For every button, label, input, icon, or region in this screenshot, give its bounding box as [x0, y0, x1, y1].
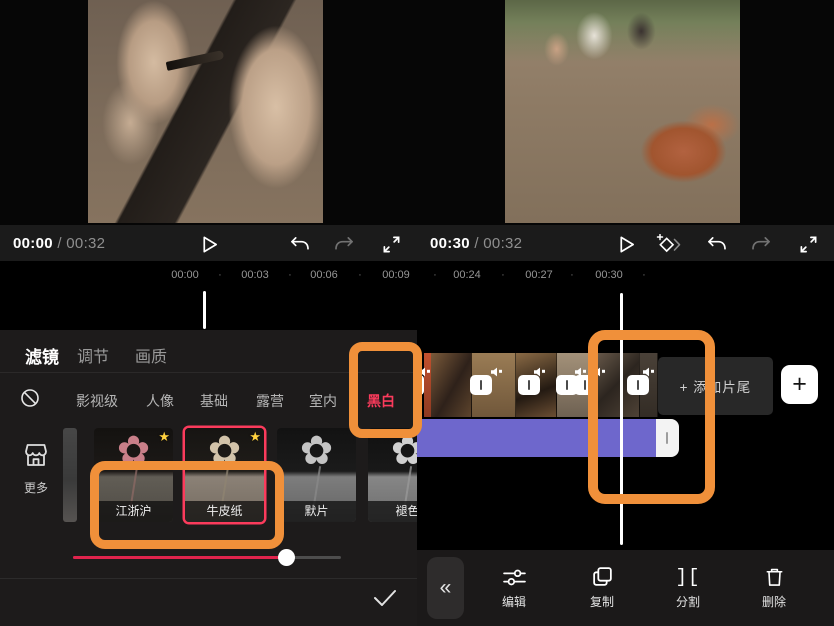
transport-bar: 00:30 / 00:32 — [417, 225, 834, 261]
annotation-box-blackwhite-category — [349, 342, 422, 438]
undo-button[interactable] — [705, 233, 727, 255]
pen-graphic — [166, 50, 225, 71]
ruler-dot: · — [642, 269, 646, 281]
star-icon: ★ — [158, 429, 170, 445]
video-preview-area — [0, 0, 417, 225]
transition-button[interactable] — [470, 375, 492, 395]
time-separator: / — [474, 235, 478, 252]
ruler-tick: 00:30 — [595, 269, 623, 281]
no-filter-icon[interactable] — [20, 388, 40, 413]
playhead[interactable] — [203, 291, 206, 329]
divider — [0, 578, 417, 579]
annotation-box-filter-thumbs — [90, 461, 284, 549]
category-indoor[interactable]: 室内 — [309, 391, 337, 411]
more-label: 更多 — [10, 479, 62, 496]
clip-edge — [424, 353, 431, 417]
category-basic[interactable]: 基础 — [200, 391, 228, 411]
filter-intensity-slider[interactable] — [73, 556, 341, 559]
filter-name: 褪色 — [368, 501, 417, 522]
play-button[interactable] — [615, 233, 637, 255]
split-tool[interactable]: ][ 分割 — [653, 562, 723, 610]
more-filters-button[interactable]: 更多 — [10, 442, 62, 496]
redo-button[interactable] — [751, 233, 773, 255]
ruler-dot: · — [358, 269, 362, 281]
filter-thumb-tuise[interactable]: ✿ 褪色 — [368, 428, 417, 522]
total-time: 00:32 — [66, 235, 105, 252]
tool-label: 删除 — [739, 593, 809, 610]
undo-button[interactable] — [288, 233, 310, 255]
split-icon: ][ — [653, 562, 723, 588]
copy-tool[interactable]: 复制 — [567, 562, 637, 610]
ruler-dot: · — [501, 269, 505, 281]
star-icon: ★ — [249, 429, 261, 445]
timeline-ruler[interactable]: · 00:24 · 00:27 · 00:30 · — [417, 262, 834, 290]
category-camping[interactable]: 露营 — [256, 391, 284, 411]
tool-label: 复制 — [567, 593, 637, 610]
tool-label: 编辑 — [479, 593, 549, 610]
slider-knob[interactable] — [278, 549, 295, 566]
slider-fill — [73, 556, 287, 559]
fullscreen-icon[interactable] — [797, 233, 819, 255]
timeline-ruler[interactable]: 00:00 · 00:03 · 00:06 · 00:09 — [0, 262, 417, 290]
clip-thumbnail[interactable] — [431, 353, 472, 417]
total-time: 00:32 — [483, 235, 522, 252]
redo-button[interactable] — [334, 233, 356, 255]
tab-filter[interactable]: 滤镜 — [25, 343, 59, 368]
right-screenshot-timeline-state: 00:30 / 00:32 — [417, 0, 834, 626]
filter-name: 默片 — [277, 501, 356, 522]
ruler-dot: · — [433, 269, 437, 281]
tool-label: 分割 — [653, 593, 723, 610]
timecode: 00:30 / 00:32 — [430, 235, 522, 252]
category-portrait[interactable]: 人像 — [146, 391, 174, 411]
transition-button[interactable] — [518, 375, 540, 395]
ruler-tick: 00:03 — [241, 269, 269, 281]
ruler-tick: 00:09 — [382, 269, 410, 281]
shop-icon — [22, 442, 50, 468]
duplicate-icon — [567, 562, 637, 588]
ruler-dot: · — [288, 269, 292, 281]
current-time: 00:00 — [13, 235, 53, 252]
bottom-toolbar: « 编辑 复制 ][ 分割 删除 — [417, 550, 834, 626]
current-time: 00:30 — [430, 235, 470, 252]
collapse-toolbar-button[interactable]: « — [427, 557, 464, 619]
trash-icon — [739, 562, 809, 588]
ruler-tick: 00:06 — [310, 269, 338, 281]
add-clip-button[interactable]: + — [781, 365, 818, 404]
time-separator: / — [57, 235, 61, 252]
play-button[interactable] — [198, 233, 220, 255]
fullscreen-icon[interactable] — [380, 233, 402, 255]
confirm-button[interactable] — [372, 588, 400, 612]
ruler-tick: 00:00 — [171, 269, 199, 281]
ruler-tick: 00:24 — [453, 269, 481, 281]
delete-tool[interactable]: 删除 — [739, 562, 809, 610]
tab-quality[interactable]: 画质 — [135, 343, 167, 367]
annotation-box-playhead-region — [588, 330, 715, 504]
video-preview-frame — [505, 0, 740, 223]
ruler-tick: 00:27 — [525, 269, 553, 281]
timecode: 00:00 / 00:32 — [13, 235, 105, 252]
ruler-dot: · — [570, 269, 574, 281]
ruler-dot: · — [218, 269, 222, 281]
video-preview-frame — [88, 0, 323, 223]
filter-thumb-partial[interactable] — [63, 428, 77, 522]
check-icon — [372, 588, 398, 608]
capcut-editor-comparison: 00:00 / 00:32 00:00 · 00:03 · 00:06 · — [0, 0, 834, 626]
filter-thumb-mopian[interactable]: ✿ 默片 — [277, 428, 356, 522]
clip-muted-icon — [491, 364, 503, 382]
tab-adjust[interactable]: 调节 — [77, 343, 109, 367]
sliders-icon — [479, 562, 549, 588]
add-keyframe-icon[interactable] — [654, 233, 682, 255]
transport-bar: 00:00 / 00:32 — [0, 225, 417, 261]
category-cinematic[interactable]: 影视级 — [76, 391, 118, 411]
video-preview-area — [417, 0, 834, 225]
edit-tool[interactable]: 编辑 — [479, 562, 549, 610]
